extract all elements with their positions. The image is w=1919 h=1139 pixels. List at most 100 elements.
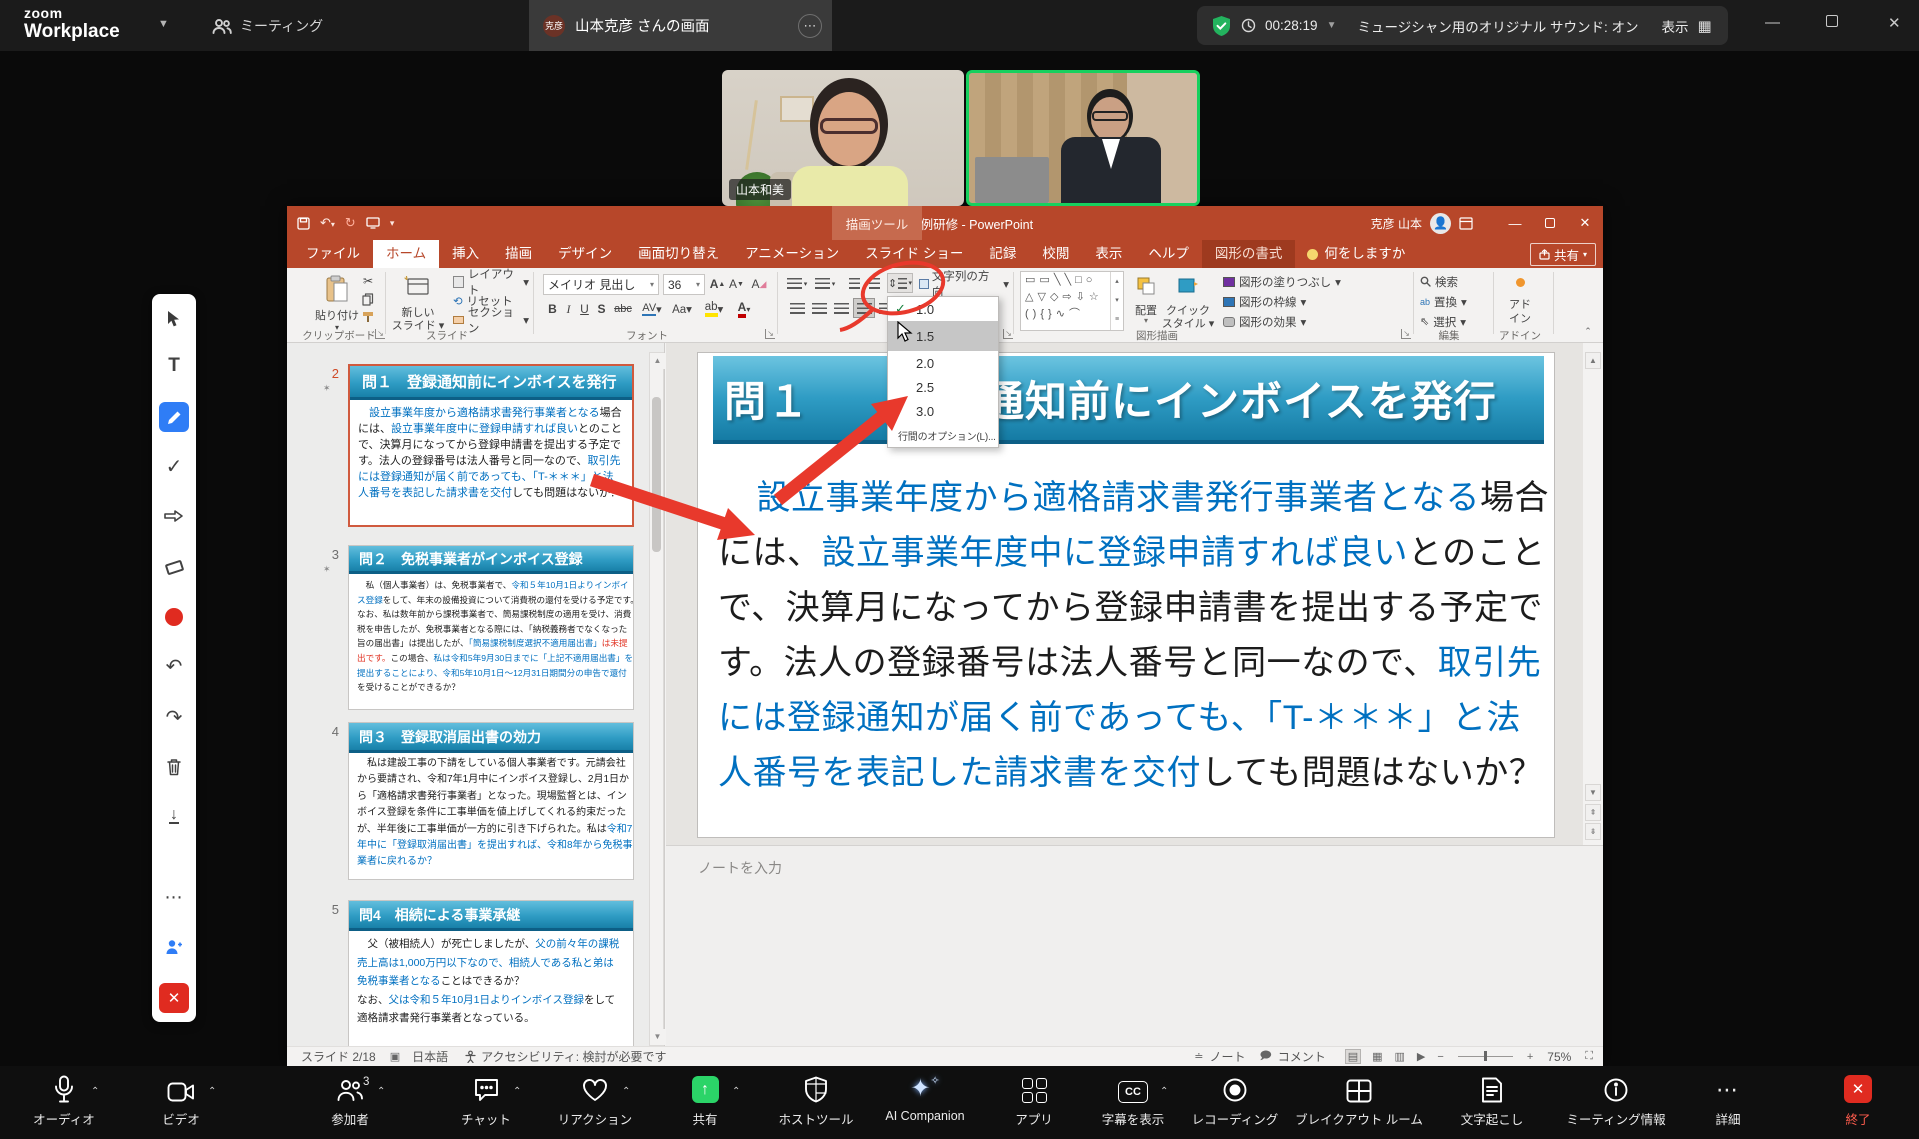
display-settings-icon[interactable]: ▣ — [390, 1050, 400, 1063]
tab-transitions[interactable]: 画面切り替え — [625, 240, 732, 268]
shadow-button[interactable]: S — [594, 300, 609, 318]
clear-trash-button[interactable] — [152, 750, 196, 784]
section-button[interactable]: セクション ▾ — [453, 312, 529, 328]
slideshow-icon[interactable] — [366, 217, 380, 229]
participants-options-icon[interactable]: ⌃ — [377, 1086, 385, 1097]
current-slide[interactable]: 問１ 登録通知前にインボイスを発行 設立事業年度から適格請求書発行事業者となる場… — [697, 352, 1555, 838]
spacing-option-2.5[interactable]: 2.5 — [888, 375, 998, 399]
tab-slideshow[interactable]: スライド ショー — [852, 240, 976, 268]
view-grid-icon[interactable]: ▦ — [1697, 17, 1711, 35]
notes-placeholder[interactable]: ノートを入力 — [698, 858, 782, 878]
underline-button[interactable]: U — [577, 300, 592, 318]
highlight-color-button[interactable]: ab▾ — [701, 300, 727, 318]
toolbar-video[interactable]: ⌃ ビデオ — [116, 1073, 246, 1128]
tab-draw[interactable]: 描画 — [492, 240, 545, 268]
slide-title[interactable]: 問１ 登録通知前にインボイスを発行 — [713, 356, 1544, 444]
audio-options-icon[interactable]: ⌃ — [91, 1086, 99, 1097]
bold-button[interactable]: B — [545, 300, 560, 318]
spacing-option-1.0[interactable]: ✓1.0 — [888, 297, 998, 321]
tab-record[interactable]: 記録 — [976, 240, 1029, 268]
comments-label[interactable]: コメント — [1278, 1048, 1326, 1065]
bullets-button[interactable]: ▾ — [785, 275, 809, 292]
shape-outline-button[interactable]: 図形の枠線 ▾ — [1223, 294, 1349, 309]
toolbar-transcript[interactable]: 文字起こし — [1427, 1073, 1557, 1128]
next-slide-icon[interactable]: ⇟ — [1585, 823, 1601, 840]
language-indicator[interactable]: 日本語 — [412, 1048, 448, 1065]
notes-toggle-label[interactable]: ノート — [1209, 1048, 1245, 1065]
close-button[interactable]: ✕ — [1888, 14, 1901, 32]
close-annotation-button[interactable]: ✕ — [152, 981, 196, 1015]
pen-tool-selected[interactable] — [152, 400, 196, 434]
color-picker-current-red[interactable] — [152, 600, 196, 634]
redo-button[interactable]: ↷ — [152, 700, 196, 734]
toolbar-recording[interactable]: レコーディング — [1170, 1073, 1300, 1128]
spacing-option-1.5-highlighted[interactable]: 1.5 — [888, 321, 998, 351]
save-annotation-button[interactable]: ↓ — [152, 799, 196, 833]
spacing-option-2.0[interactable]: 2.0 — [888, 351, 998, 375]
slideshow-view-icon[interactable]: ▶ — [1417, 1050, 1425, 1063]
strikethrough-button[interactable]: abc — [611, 300, 635, 318]
toolbar-meeting-info[interactable]: ミーティング情報 — [1551, 1073, 1681, 1128]
chat-options-icon[interactable]: ⌃ — [513, 1086, 521, 1097]
slide-thumbnail-5[interactable]: 問4 相続による事業承継 父（被相続人）が死亡しましたが、父の前々年の課税売上高… — [348, 900, 634, 1046]
reactions-options-icon[interactable]: ⌃ — [622, 1086, 630, 1097]
text-tool[interactable]: T — [152, 349, 196, 383]
copy-icon[interactable] — [359, 292, 377, 306]
restore-button[interactable] — [1826, 14, 1838, 31]
line-spacing-options-item[interactable]: 行間のオプション(L)... — [888, 423, 998, 447]
line-spacing-button[interactable]: ⇕▾ — [887, 273, 913, 293]
align-right-button[interactable] — [831, 299, 851, 317]
zoom-slider-thumb[interactable] — [1484, 1051, 1487, 1061]
notes-toggle-icon[interactable]: ≐ — [1194, 1050, 1203, 1063]
font-name-combo[interactable]: メイリオ 見出し▾ — [543, 274, 659, 295]
fit-to-window-icon[interactable]: ⛶ — [1585, 1050, 1593, 1063]
minimize-button[interactable]: — — [1765, 14, 1780, 31]
tab-help[interactable]: ヘルプ — [1135, 240, 1202, 268]
zoom-level[interactable]: 75% — [1547, 1050, 1571, 1064]
normal-view-icon[interactable]: ▤ — [1346, 1050, 1360, 1063]
customize-qat-icon[interactable]: ▾ — [390, 218, 395, 229]
share-options-icon[interactable]: ⌃ — [732, 1086, 740, 1097]
tab-shared-screen[interactable]: 克彦 山本克彦 さんの画面 ⋯ — [529, 0, 832, 51]
ppt-share-button[interactable]: 共有▾ — [1530, 243, 1596, 266]
zoom-slider[interactable] — [1458, 1056, 1513, 1057]
tab-insert[interactable]: 挿入 — [439, 240, 492, 268]
toolbar-breakout-rooms[interactable]: ブレイクアウト ルーム — [1294, 1073, 1424, 1128]
arrange-dropdown[interactable]: ▾ — [1129, 316, 1163, 325]
tab-view[interactable]: 表示 — [1082, 240, 1135, 268]
view-button[interactable]: 表示 — [1661, 16, 1688, 36]
redo-icon[interactable]: ↻ — [345, 215, 356, 231]
tell-me-search[interactable]: 何をしますか — [1295, 240, 1417, 268]
change-case-button[interactable]: Aa▾ — [669, 300, 695, 318]
grow-font-button[interactable]: A▲ — [709, 275, 726, 293]
scroll-up-icon[interactable]: ▲ — [1585, 352, 1601, 369]
collapse-ribbon-icon[interactable]: ⌃ — [1579, 324, 1597, 338]
ppt-restore-button[interactable] — [1535, 206, 1565, 240]
shapes-gallery[interactable]: ▭▭╲╲□○ △▽◇⇨⇩☆ (){}∿⌒ ▴▾≡ — [1020, 271, 1124, 331]
tab-review[interactable]: 校閲 — [1029, 240, 1082, 268]
align-left-button[interactable] — [787, 299, 807, 317]
user-avatar[interactable]: 👤 — [1430, 213, 1451, 234]
layout-button[interactable]: レイアウト ▾ — [453, 274, 529, 290]
ppt-minimize-button[interactable]: — — [1500, 206, 1530, 240]
replace-button[interactable]: ab置換 ▾ — [1420, 294, 1482, 309]
quick-styles-button[interactable] — [1171, 273, 1205, 299]
select-button[interactable]: ⇖選択 ▾ — [1420, 314, 1482, 329]
video-options-icon[interactable]: ⌃ — [208, 1086, 216, 1097]
reading-view-icon[interactable]: ▥ — [1395, 1050, 1405, 1063]
chevron-down-icon[interactable]: ▼ — [158, 18, 169, 30]
video-participant-left[interactable]: 山本和美 — [722, 70, 964, 206]
scroll-down-icon[interactable]: ▼ — [1585, 784, 1601, 801]
arrange-button[interactable] — [1129, 273, 1163, 299]
toolbar-audio[interactable]: ⌃ オーディオ — [0, 1073, 129, 1128]
slide-body-text[interactable]: 設立事業年度から適格請求書発行事業者となる場合には、設立事業年度中に登録申請すれ… — [718, 471, 1542, 801]
select-cursor-tool[interactable] — [152, 302, 196, 336]
thumbnails-scrollbar[interactable]: ▲ ▼ — [649, 352, 664, 1046]
cut-icon[interactable]: ✂ — [359, 274, 377, 288]
slide-thumbnail-4[interactable]: 問３ 登録取消届出書の効力 私は建設工事の下請をしている個人事業者です。元請会社… — [348, 722, 634, 880]
format-painter-icon[interactable] — [359, 310, 377, 324]
video-participant-right-active-speaker[interactable] — [966, 70, 1200, 206]
addin-icon[interactable] — [1503, 276, 1537, 288]
previous-slide-icon[interactable]: ⇞ — [1585, 804, 1601, 821]
clear-formatting-button[interactable]: A◢ — [749, 275, 769, 293]
